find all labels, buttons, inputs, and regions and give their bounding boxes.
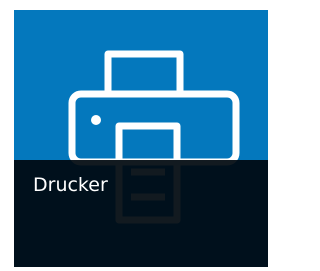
tile-label: Drucker [33, 174, 108, 196]
printer-tile[interactable]: Drucker [14, 10, 268, 267]
